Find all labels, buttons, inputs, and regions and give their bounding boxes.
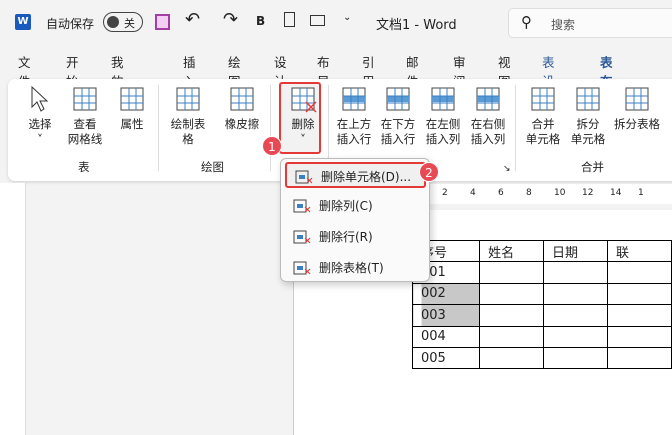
step-badge-1: 1	[262, 136, 282, 156]
insert-left-button[interactable]: 在左侧 插入列	[421, 85, 465, 147]
table-row: 序号 姓名 日期联	[411, 239, 672, 263]
insert-right-button[interactable]: 在右侧 插入列	[466, 85, 510, 147]
table-cell[interactable]: 004	[411, 325, 481, 348]
word-logo-icon: W	[15, 14, 31, 30]
ruler-tick: 10	[554, 188, 566, 198]
menu-item-delete-columns[interactable]: 删除列(C)	[285, 193, 426, 219]
properties-icon	[120, 87, 144, 111]
ruler-tick: 12	[582, 188, 594, 198]
draw-table-button[interactable]: 绘制表格	[166, 85, 210, 147]
eraser-button[interactable]: 橡皮擦	[220, 85, 264, 132]
vertical-ruler	[0, 183, 26, 435]
select-button[interactable]: 选择 ˅	[18, 85, 62, 147]
view-gridlines-icon	[73, 87, 97, 111]
undo-icon[interactable]: ↶	[185, 9, 200, 30]
table-cell[interactable]	[543, 261, 609, 284]
bold-button[interactable]: B	[256, 14, 265, 28]
insert-right-icon	[476, 87, 500, 111]
insert-above-icon	[342, 87, 366, 111]
table-cell[interactable]	[607, 261, 672, 284]
autosave-label: 自动保存	[46, 17, 95, 31]
save-icon[interactable]	[155, 14, 170, 30]
table-row: 001	[411, 261, 672, 284]
merge-cells-button[interactable]: 合并 单元格	[521, 85, 565, 147]
ruler-tick: 14	[610, 188, 622, 198]
horizontal-ruler: 2 4 6 8 10 12 14 1	[430, 184, 672, 204]
table-cell[interactable]	[607, 325, 672, 348]
table-row: 003	[411, 304, 672, 327]
table-cell[interactable]: 联	[607, 239, 672, 263]
autosave-toggle[interactable]: 关	[103, 12, 143, 32]
ruler-tick: 2	[442, 188, 448, 198]
split-table-button[interactable]: 拆分表格	[608, 85, 666, 132]
redo-icon[interactable]: ↷	[223, 9, 238, 30]
insert-below-icon	[386, 87, 410, 111]
draw-table-icon	[176, 87, 200, 111]
document-table[interactable]: 序号 姓名 日期联 001 002 003 004 005	[411, 239, 672, 370]
ruler-tick: 6	[498, 188, 504, 198]
delete-cells-icon	[295, 170, 313, 184]
table-cell[interactable]: 日期	[543, 239, 609, 263]
select-icon	[31, 85, 49, 112]
table-cell[interactable]: 002	[411, 282, 481, 306]
doc-title: 文档1 - Word	[376, 18, 457, 33]
search-box[interactable]: ⚲ 搜索	[508, 8, 672, 38]
group-label-merge: 合并	[581, 160, 604, 174]
table-cell[interactable]	[543, 304, 609, 327]
table-cell[interactable]	[479, 346, 545, 370]
merge-cells-icon	[531, 87, 555, 111]
table-cell[interactable]	[479, 261, 545, 284]
open-folder-icon[interactable]	[310, 15, 325, 26]
menu-item-delete-rows[interactable]: 删除行(R)	[285, 224, 426, 250]
table-cell[interactable]	[479, 304, 545, 327]
insert-above-button[interactable]: 在上方 插入行	[332, 85, 376, 147]
delete-table-icon	[293, 261, 311, 275]
insert-below-button[interactable]: 在下方 插入行	[376, 85, 420, 147]
title-bar: W 自动保存 关 ↶ ↷ B ⌄ 文档1 - Word ⚲ 搜索	[0, 0, 672, 45]
table-cell[interactable]	[543, 282, 609, 306]
eraser-icon	[230, 87, 254, 111]
delete-columns-icon	[293, 199, 311, 213]
table-cell[interactable]	[479, 282, 545, 306]
menu-item-delete-table[interactable]: 删除表格(T)	[285, 255, 426, 281]
ruler-tick: 8	[526, 188, 532, 198]
split-table-icon	[625, 87, 649, 111]
delete-rows-icon	[293, 230, 311, 244]
table-row: 002	[411, 282, 672, 306]
table-cell[interactable]: 005	[411, 346, 481, 370]
delete-dropdown-menu: 删除单元格(D)... 删除列(C) 删除行(R) 删除表格(T)	[280, 158, 430, 282]
delete-button[interactable]: 删除 ˅	[281, 85, 325, 147]
table-cell[interactable]	[607, 304, 672, 327]
group-label-table: 表	[78, 160, 90, 174]
group-label-draw: 绘图	[201, 160, 224, 174]
split-cells-icon	[576, 87, 600, 111]
table-cell[interactable]	[543, 346, 609, 370]
table-cell[interactable]	[479, 325, 545, 348]
table-cell[interactable]	[543, 325, 609, 348]
table-cell[interactable]: 003	[411, 304, 481, 327]
ruler-tick: 1	[638, 188, 644, 198]
step-badge-2: 2	[419, 162, 439, 182]
insert-left-icon	[431, 87, 455, 111]
customize-icon[interactable]: ⌄	[343, 12, 351, 23]
dialog-launcher-icon[interactable]: ↘	[503, 164, 511, 174]
new-doc-icon[interactable]	[284, 12, 295, 27]
search-icon: ⚲	[521, 13, 532, 31]
split-cells-button[interactable]: 拆分 单元格	[566, 85, 610, 147]
view-gridlines-button[interactable]: 查看 网格线	[63, 85, 107, 147]
table-cell[interactable]: 姓名	[479, 239, 545, 263]
delete-icon	[291, 87, 317, 113]
table-row: 005	[411, 346, 672, 370]
table-cell[interactable]	[607, 346, 672, 370]
ruler-tick: 4	[470, 188, 476, 198]
menu-item-delete-cells[interactable]: 删除单元格(D)...	[285, 162, 426, 188]
table-row: 004	[411, 325, 672, 348]
properties-button[interactable]: 属性	[110, 85, 154, 132]
table-cell[interactable]	[607, 282, 672, 306]
